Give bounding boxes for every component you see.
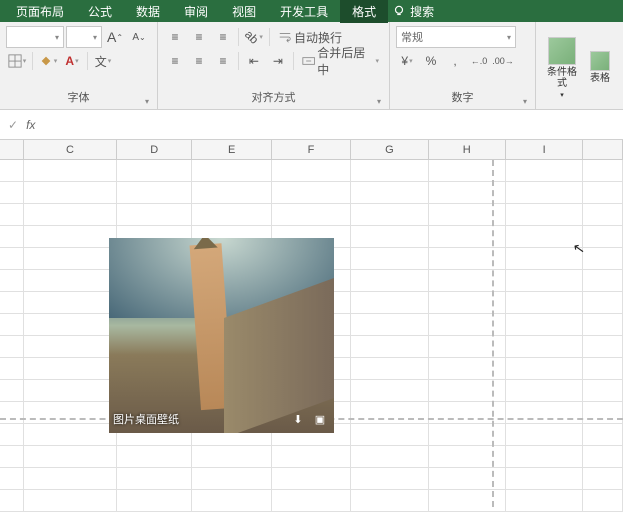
formula-input[interactable]: [43, 110, 623, 139]
col-header-j[interactable]: [583, 140, 623, 159]
align-right-button[interactable]: ≡: [212, 50, 234, 72]
borders-button[interactable]: ▾: [6, 50, 28, 72]
tab-formulas[interactable]: 公式: [76, 0, 124, 23]
border-icon: [8, 54, 22, 68]
tab-developer[interactable]: 开发工具: [268, 0, 340, 23]
lightbulb-icon: [392, 4, 406, 18]
decrease-indent-button[interactable]: ⇤: [243, 50, 265, 72]
column-headers: C D E F G H I: [0, 140, 623, 160]
group-align-label: 对齐方式: [164, 87, 383, 109]
decrease-font-button[interactable]: A⌄: [128, 26, 150, 48]
select-all-corner[interactable]: [0, 140, 24, 159]
cond-format-icon: [548, 37, 576, 65]
phonetic-button[interactable]: 文▾: [92, 50, 114, 72]
fx-icon[interactable]: fx: [26, 118, 35, 132]
image-caption: 图片桌面壁纸: [113, 411, 179, 427]
align-left-button[interactable]: ≡: [164, 50, 186, 72]
wrap-icon: [278, 30, 292, 44]
cancel-icon[interactable]: ✓: [8, 118, 18, 132]
col-header-c[interactable]: C: [24, 140, 117, 159]
tab-view[interactable]: 视图: [220, 0, 268, 23]
font-size-combo[interactable]: ▾: [66, 26, 102, 48]
merge-center-button[interactable]: 合并后居中▾: [298, 50, 383, 72]
align-center-button[interactable]: ≡: [188, 50, 210, 72]
tab-review[interactable]: 审阅: [172, 0, 220, 23]
menu-bar: 页面布局 公式 数据 审阅 视图 开发工具 格式 搜索: [0, 0, 623, 22]
tab-format[interactable]: 格式: [340, 0, 388, 23]
embedded-image[interactable]: 图片桌面壁纸 ⬇ ▣: [109, 238, 334, 433]
fullscreen-icon[interactable]: ▣: [312, 411, 328, 427]
conditional-format-button[interactable]: 条件格式 ▾: [542, 33, 582, 103]
align-top-button[interactable]: ≡: [164, 26, 186, 48]
col-header-i[interactable]: I: [506, 140, 583, 159]
merge-icon: [302, 54, 315, 68]
page-break-vertical: [492, 160, 494, 507]
tab-data[interactable]: 数据: [124, 0, 172, 23]
align-middle-button[interactable]: ≡: [188, 26, 210, 48]
font-family-combo[interactable]: ▾: [6, 26, 64, 48]
increase-decimal-button[interactable]: ←.0: [468, 50, 490, 72]
number-format-combo[interactable]: 常规▾: [396, 26, 516, 48]
spreadsheet-grid: C D E F G H I 图片桌面壁纸 ⬇ ▣ ↖: [0, 140, 623, 507]
table-icon: [590, 51, 610, 71]
col-header-g[interactable]: G: [351, 140, 428, 159]
bucket-icon: [39, 54, 53, 68]
ribbon: ▾ ▾ A⌃ A⌄ ▾ ▾ A▾ 文▾ 字体 ≡ ≡ ≡ ab▾: [0, 22, 623, 110]
percent-button[interactable]: %: [420, 50, 442, 72]
col-header-d[interactable]: D: [117, 140, 192, 159]
download-icon[interactable]: ⬇: [290, 411, 306, 427]
col-header-e[interactable]: E: [192, 140, 271, 159]
decrease-decimal-button[interactable]: .00→: [492, 50, 514, 72]
tab-page-layout[interactable]: 页面布局: [4, 0, 76, 23]
comma-button[interactable]: ,: [444, 50, 466, 72]
group-number-label: 数字: [396, 87, 529, 109]
col-header-f[interactable]: F: [272, 140, 351, 159]
formula-bar: ✓ fx: [0, 110, 623, 140]
align-bottom-button[interactable]: ≡: [212, 26, 234, 48]
group-number: 常规▾ ¥▾ % , ←.0 .00→ 数字: [390, 22, 536, 109]
fill-color-button[interactable]: ▾: [37, 50, 59, 72]
search-label: 搜索: [410, 3, 434, 20]
font-color-button[interactable]: A▾: [61, 50, 83, 72]
group-alignment: ≡ ≡ ≡ ab▾ 自动换行 ≡ ≡ ≡ ⇤ ⇥ 合并后居中▾ 对齐方式: [158, 22, 390, 109]
group-font: ▾ ▾ A⌃ A⌄ ▾ ▾ A▾ 文▾ 字体: [0, 22, 158, 109]
increase-font-button[interactable]: A⌃: [104, 26, 126, 48]
col-header-h[interactable]: H: [429, 140, 506, 159]
currency-button[interactable]: ¥▾: [396, 50, 418, 72]
orientation-button[interactable]: ab▾: [243, 26, 265, 48]
group-font-label: 字体: [6, 87, 151, 109]
group-styles: 条件格式 ▾ 表格: [536, 22, 622, 109]
format-table-button[interactable]: 表格: [584, 47, 616, 88]
increase-indent-button[interactable]: ⇥: [267, 50, 289, 72]
search-box[interactable]: 搜索: [392, 3, 434, 20]
